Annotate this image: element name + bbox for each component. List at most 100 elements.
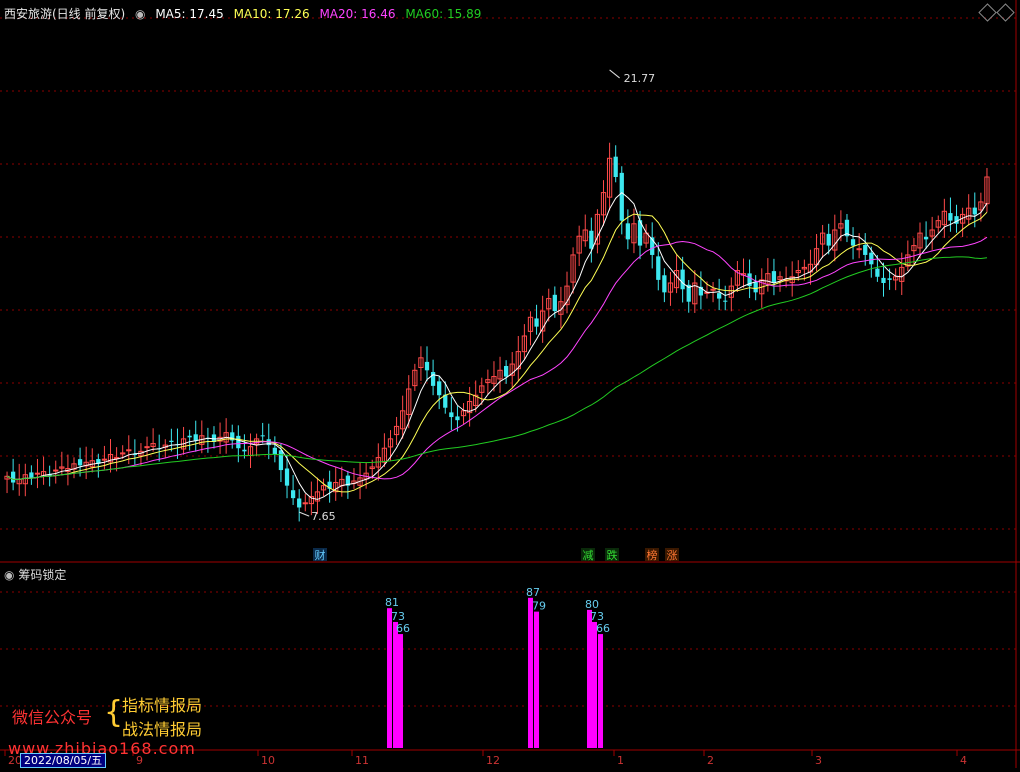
watermark-name1: 指标情报局 <box>122 696 203 715</box>
candlestick-chart[interactable]: 21.777.65财减跌榜涨20 9 10 11 12 1 2 3 48173668779 807… <box>0 0 1020 768</box>
candle-body <box>284 468 290 486</box>
candle-body <box>236 435 241 449</box>
candle-body <box>455 416 460 421</box>
event-marker: 财 <box>315 548 326 562</box>
event-marker: 跌 <box>607 548 618 562</box>
candle-body <box>34 472 41 475</box>
candle-body <box>144 446 150 449</box>
chip-lock-bar <box>598 634 603 748</box>
collapse-icon[interactable]: ◉ <box>135 7 145 21</box>
candle-body <box>887 278 892 280</box>
candle-body <box>613 156 618 177</box>
ma10-label: MA10: 17.26 <box>233 7 310 21</box>
sub-panel-title: 筹码锁定 <box>18 568 67 582</box>
low-arrow <box>299 511 310 517</box>
candle-body <box>948 213 953 221</box>
candle-body <box>187 435 192 438</box>
chip-lock-bar <box>393 621 398 748</box>
ma5-label: MA5: 17.45 <box>155 7 224 21</box>
chip-lock-label: 81 <box>385 596 399 609</box>
candle-body <box>625 223 630 240</box>
watermark-brace: { <box>104 695 124 730</box>
x-tick-label: 4 <box>960 754 967 767</box>
chip-lock-label: 66 <box>596 622 610 635</box>
candle-body <box>881 277 886 283</box>
candle-body <box>126 449 132 452</box>
candle-body <box>272 447 277 455</box>
ma60-label: MA60: 15.89 <box>405 7 482 21</box>
candle-body <box>850 239 856 246</box>
candle-body <box>856 248 862 251</box>
stock-title[interactable]: 西安旅游(日线 前复权) <box>4 7 125 21</box>
ma10-line <box>6 211 988 493</box>
candle-body <box>589 230 594 249</box>
candle-body <box>954 216 959 224</box>
x-tick-label: 3 <box>815 754 822 767</box>
candle-body <box>710 288 716 291</box>
ma20-label: MA20: 16.46 <box>319 7 396 21</box>
x-tick-label: 12 <box>486 754 500 767</box>
candle-body <box>242 449 247 452</box>
candle-body <box>972 207 977 215</box>
candle-body <box>875 268 880 277</box>
chip-lock-bar <box>534 611 539 748</box>
candle-body <box>29 472 34 478</box>
candle-body <box>290 490 296 499</box>
event-marker: 榜 <box>647 548 658 562</box>
chip-lock-bar <box>387 608 392 748</box>
candle-body <box>771 271 777 283</box>
candle-body <box>430 372 436 386</box>
candle-body <box>619 172 624 221</box>
candle-body <box>503 365 509 377</box>
candle-body <box>534 318 539 327</box>
candle-body <box>278 450 284 471</box>
x-tick-label: 1 <box>617 754 624 767</box>
event-marker: 涨 <box>667 549 678 562</box>
candle-body <box>753 281 758 293</box>
candle-body <box>101 458 108 461</box>
candle-body <box>662 275 667 293</box>
x-tick-label: 2 <box>707 754 714 767</box>
candle-body <box>717 293 722 299</box>
chip-lock-label: 73 <box>391 610 405 623</box>
date-box: 2022/08/05/五 <box>20 753 107 768</box>
candle-body <box>723 300 728 302</box>
chip-lock-bar <box>587 609 592 748</box>
candle-body <box>260 435 265 437</box>
chip-lock-label: 80 <box>585 598 599 611</box>
watermark-name2: 战法情报局 <box>122 720 203 739</box>
high-label: 21.77 <box>624 72 656 85</box>
candle-body <box>680 269 685 290</box>
candle-body <box>302 502 308 505</box>
event-marker: 减 <box>583 549 594 562</box>
candle-body <box>169 440 174 442</box>
candle-body <box>77 459 83 466</box>
chip-lock-bar <box>528 597 533 748</box>
candle-body <box>869 252 874 265</box>
watermark-label: 微信公众号 <box>12 708 93 727</box>
chip-lock-label: 87 <box>526 586 540 599</box>
low-label: 7.65 <box>311 510 336 523</box>
chart-stage[interactable]: 21.77 7.65 财减跌榜涨 20 9 10 11 12 1 2 3 4 81 73 66 87 79 80 7… <box>0 0 1020 768</box>
candle-body <box>449 412 454 418</box>
high-arrow <box>609 69 620 79</box>
chip-lock-label: 79 <box>532 600 546 613</box>
candle-body <box>193 434 198 441</box>
x-tick-label: 11 <box>355 754 369 767</box>
chip-lock-label: 73 <box>590 610 604 623</box>
chip-lock-bar <box>592 621 597 748</box>
collapse-sub-icon[interactable]: ◉ <box>4 568 14 582</box>
chip-lock-bar <box>398 634 403 748</box>
candle-body <box>863 244 868 255</box>
chip-lock-label: 66 <box>396 622 410 635</box>
candle-body <box>923 236 929 240</box>
candle-body <box>53 469 59 472</box>
candle-body <box>552 294 557 312</box>
candle-body <box>437 381 442 396</box>
x-tick-label: 10 <box>261 754 275 767</box>
sub-panel-header: ◉ 筹码锁定 <box>4 566 66 583</box>
candle-body <box>656 256 661 280</box>
candle-body <box>297 498 302 508</box>
candle-body <box>424 361 430 371</box>
candle-body <box>826 233 831 246</box>
